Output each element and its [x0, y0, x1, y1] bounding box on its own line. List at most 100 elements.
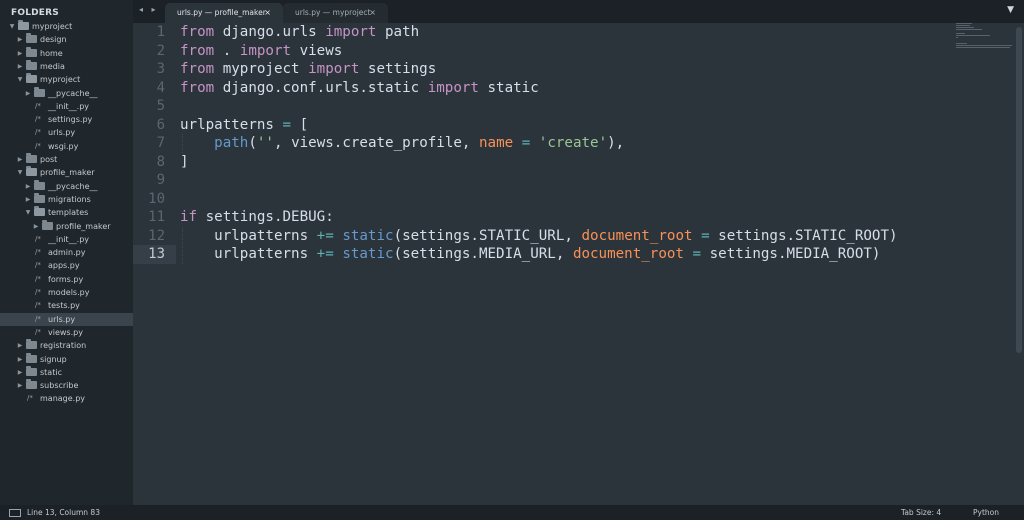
folder-item[interactable]: ▶ __pycache__ — [0, 86, 133, 100]
folder-item[interactable]: ▶ media — [0, 59, 133, 73]
chevron-right-icon[interactable]: ▶ — [24, 180, 32, 193]
file-icon: /* — [35, 288, 41, 296]
folder-item[interactable]: ▼ myproject — [0, 20, 133, 33]
code-token: ] — [180, 153, 189, 170]
chevron-right-icon[interactable]: ▶ — [16, 60, 24, 73]
file-item[interactable]: /* wsgi.py — [0, 140, 133, 153]
folder-icon — [26, 379, 37, 390]
code-editor[interactable]: 1 2 3 4 5 6 7 8 9 10 11 12 13 from django.urls impor… — [133, 23, 1013, 505]
code-line[interactable]: ] — [180, 153, 189, 172]
line-number: 11 — [148, 209, 165, 225]
folder-item[interactable]: ▶ post — [0, 153, 133, 166]
tree-item-label: templates — [48, 208, 89, 218]
line-number: 12 — [148, 227, 165, 244]
folder-item[interactable]: ▶ __pycache__ — [0, 179, 133, 193]
tree-item-label: urls.py — [48, 314, 76, 324]
chevron-down-icon[interactable]: ▼ — [8, 20, 16, 33]
tree-item-label: migrations — [48, 194, 91, 204]
code-token: [ — [291, 116, 309, 133]
minimap[interactable] — [956, 23, 1014, 83]
file-item[interactable]: /* forms.py — [0, 273, 133, 286]
chevron-right-icon[interactable]: ▶ — [16, 33, 24, 46]
folder-item[interactable]: ▶ design — [0, 33, 133, 46]
file-item[interactable]: /* admin.py — [0, 246, 133, 259]
folder-icon — [26, 352, 37, 363]
folder-item[interactable]: ▶ signup — [0, 352, 133, 366]
code-line[interactable]: urlpatterns += static(settings.MEDIA_URL… — [180, 245, 880, 264]
tab-urls-profile-maker[interactable]: urls.py — profile_maker × — [165, 3, 283, 23]
chevron-right-icon[interactable]: ▶ — [16, 153, 24, 166]
file-item[interactable]: /* settings.py — [0, 113, 133, 126]
chevron-down-icon[interactable]: ▼ — [16, 73, 24, 86]
chevron-down-icon[interactable]: ▼ — [1007, 5, 1014, 15]
file-item[interactable]: /* __init__.py — [0, 100, 133, 113]
tree-item-label: static — [40, 367, 62, 377]
code-line[interactable]: if settings.DEBUG: — [180, 208, 334, 227]
code-token: settings.STATIC_ROOT) — [709, 227, 898, 244]
chevron-right-icon[interactable]: ▶ — [16, 353, 24, 366]
file-item[interactable]: /* urls.py — [0, 126, 133, 139]
syntax-indicator[interactable]: Python — [973, 505, 999, 520]
code-token: static — [478, 79, 539, 96]
code-line[interactable]: from . import views — [180, 42, 342, 61]
close-icon[interactable]: × — [264, 3, 271, 23]
code-token: urlpatterns — [180, 246, 317, 262]
folder-icon — [26, 33, 37, 44]
folder-item[interactable]: ▶ home — [0, 46, 133, 60]
tab-nav-arrows[interactable]: ◂ ▸ — [139, 5, 159, 14]
chevron-right-icon[interactable]: ▶ — [16, 47, 24, 60]
close-icon[interactable]: × — [369, 3, 376, 23]
panel-toggle-icon[interactable] — [9, 509, 21, 517]
file-item[interactable]: /* manage.py — [0, 392, 133, 405]
file-icon: /* — [35, 327, 41, 336]
code-line[interactable]: from django.urls import path — [180, 23, 419, 42]
chevron-right-icon[interactable]: ▶ — [16, 366, 24, 379]
chevron-down-icon[interactable]: ▼ — [24, 206, 32, 219]
folder-item[interactable]: ▶ registration — [0, 339, 133, 352]
code-line[interactable]: urlpatterns += static(settings.STATIC_UR… — [180, 227, 898, 246]
tab-urls-myproject[interactable]: urls.py — myproject × — [283, 3, 388, 23]
tree-item-label: views.py — [48, 327, 83, 337]
folder-icon — [26, 73, 37, 84]
folder-item[interactable]: ▼ myproject — [0, 73, 133, 86]
tree-item-label: urls.py — [48, 128, 76, 138]
code-line[interactable]: from myproject import settings — [180, 60, 436, 79]
code-line[interactable]: from django.conf.urls.static import stat… — [180, 79, 539, 98]
code-token: from — [180, 61, 215, 77]
folder-item[interactable]: ▼ templates — [0, 206, 133, 219]
line-number-gutter: 1 2 3 4 5 6 7 8 9 10 11 12 13 — [133, 23, 176, 505]
chevron-down-icon[interactable]: ▼ — [16, 166, 24, 179]
folder-item[interactable]: ▶ subscribe — [0, 379, 133, 392]
chevron-right-icon[interactable]: ▶ — [24, 87, 32, 100]
code-token: urlpatterns — [180, 116, 283, 133]
folder-item[interactable]: ▶ migrations — [0, 192, 133, 206]
tab-bar: ◂ ▸ urls.py — profile_maker × urls.py — … — [133, 0, 1024, 23]
file-item[interactable]: /* urls.py — [0, 312, 133, 326]
chevron-right-icon[interactable]: ▶ — [16, 379, 24, 392]
vertical-scrollbar[interactable] — [1014, 23, 1024, 505]
line-number: 6 — [156, 116, 165, 133]
file-item[interactable]: /* tests.py — [0, 299, 133, 312]
code-line[interactable]: urlpatterns = [ — [180, 116, 308, 135]
code-token: += — [316, 246, 334, 262]
code-token: += — [316, 227, 334, 244]
chevron-right-icon[interactable]: ▶ — [16, 339, 24, 352]
folder-item[interactable]: ▶ static — [0, 365, 133, 379]
chevron-right-icon[interactable]: ▶ — [32, 220, 40, 233]
file-item[interactable]: /* __init__.py — [0, 233, 133, 246]
folder-item[interactable]: ▼ profile_maker — [0, 166, 133, 179]
code-token: import — [325, 24, 377, 40]
status-bar: Line 13, Column 83 Tab Size: 4 Python — [0, 505, 1024, 520]
code-line[interactable]: path('', views.create_profile, name = 'c… — [180, 134, 624, 153]
file-item[interactable]: /* apps.py — [0, 259, 133, 272]
file-item[interactable]: /* models.py — [0, 286, 133, 299]
chevron-right-icon[interactable]: ▶ — [24, 193, 32, 206]
file-icon: /* — [35, 115, 41, 124]
folder-item[interactable]: ▶ profile_maker — [0, 219, 133, 233]
scrollbar-thumb[interactable] — [1016, 27, 1022, 353]
file-item[interactable]: /* views.py — [0, 326, 133, 339]
tab-size-indicator[interactable]: Tab Size: 4 — [901, 505, 941, 520]
